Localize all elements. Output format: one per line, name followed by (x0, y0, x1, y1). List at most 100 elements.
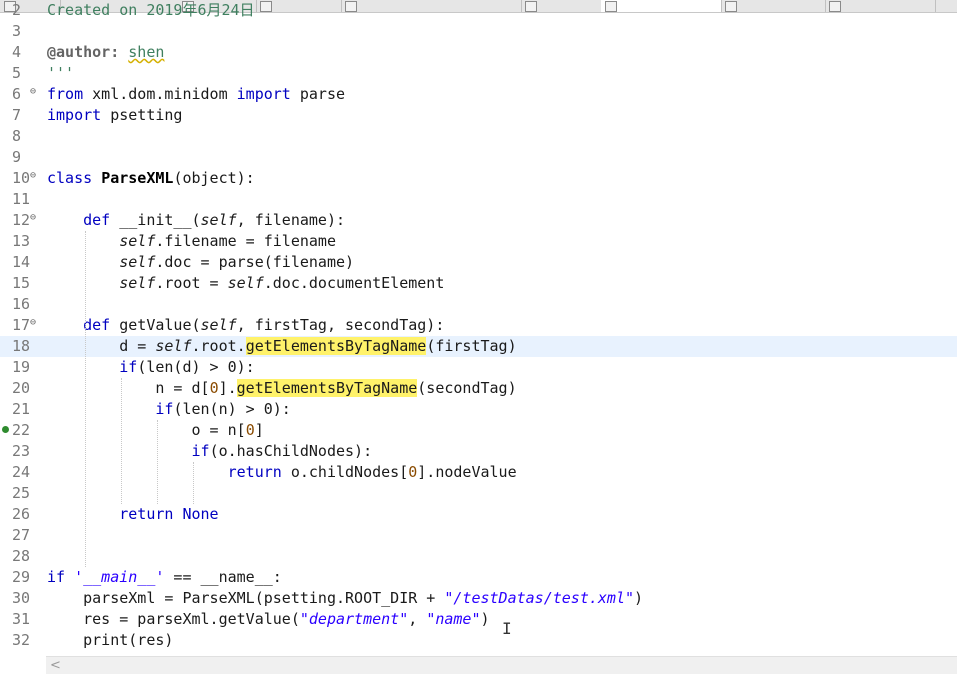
code-line[interactable]: 8 (0, 126, 957, 147)
code-text: return o.childNodes[0].nodeValue (227, 463, 517, 481)
code-line[interactable]: 10 ⊖ class ParseXML(object): (0, 168, 957, 189)
code-line[interactable]: 19 if(len(d) > 0): (0, 357, 957, 378)
code-line[interactable]: 21 if(len(n) > 0): (0, 399, 957, 420)
code-line[interactable]: 2 Created on 2019年6月24日 (0, 0, 957, 21)
line-gutter[interactable]: 9 (0, 147, 46, 168)
code-line[interactable]: 4 @author: shen (0, 42, 957, 63)
line-gutter[interactable]: 12 ⊖ (0, 210, 46, 231)
line-gutter[interactable]: 4 (0, 42, 46, 63)
line-gutter[interactable]: 30 (0, 588, 46, 609)
code-line[interactable]: 16 (0, 294, 957, 315)
code-text: self.doc = parse(filename) (119, 253, 355, 271)
line-number: 7 (12, 106, 22, 124)
line-number: 12 (12, 211, 31, 229)
line-gutter[interactable]: 28 (0, 546, 46, 567)
code-line[interactable]: 5 ''' (0, 63, 957, 84)
line-gutter[interactable]: 3 (0, 21, 46, 42)
code-editor[interactable]: 2 Created on 2019年6月24日 3 4 @author: shen 5 ''… (0, 1, 957, 662)
fold-collapse-icon[interactable]: ⊖ (30, 207, 36, 228)
line-number: 13 (12, 232, 31, 250)
code-text: if(len(d) > 0): (119, 358, 255, 376)
indent-guide (85, 231, 87, 567)
code-line[interactable]: 31 res = parseXml.getValue("department",… (0, 609, 957, 630)
line-gutter[interactable]: 10 ⊖ (0, 168, 46, 189)
line-number: 14 (12, 253, 31, 271)
line-gutter[interactable]: 2 (0, 0, 46, 21)
code-line[interactable]: 14 self.doc = parse(filename) (0, 252, 957, 273)
line-gutter[interactable]: 14 (0, 252, 46, 273)
line-number: 2 (12, 1, 22, 19)
line-gutter[interactable]: 6 ⊖ (0, 84, 46, 105)
code-line[interactable]: 12 ⊖ def __init__(self, filename): (0, 210, 957, 231)
line-gutter[interactable]: 24 (0, 462, 46, 483)
code-text: class ParseXML(object): (47, 169, 255, 187)
line-gutter[interactable]: 16 (0, 294, 46, 315)
line-number: 31 (12, 610, 31, 628)
code-line[interactable]: 7 import psetting (0, 105, 957, 126)
code-text: Created on 2019年6月24日 (47, 1, 255, 19)
code-line[interactable]: 9 (0, 147, 957, 168)
fold-collapse-icon[interactable]: ⊖ (30, 312, 36, 333)
code-text: def __init__(self, filename): (83, 211, 346, 229)
code-line[interactable]: 15 self.root = self.doc.documentElement (0, 273, 957, 294)
code-line[interactable]: 18 d = self.root.getElementsByTagName(fi… (0, 336, 957, 357)
fold-collapse-icon[interactable]: ⊖ (30, 81, 36, 102)
line-gutter[interactable]: 18 (0, 336, 46, 357)
code-text: return None (119, 505, 219, 523)
line-number: 11 (12, 190, 31, 208)
breakpoint-marker-icon[interactable] (2, 426, 9, 433)
line-gutter[interactable]: 13 (0, 231, 46, 252)
line-gutter[interactable]: 23 (0, 441, 46, 462)
code-line[interactable]: 28 (0, 546, 957, 567)
line-gutter[interactable]: 11 (0, 189, 46, 210)
line-gutter[interactable]: 15 (0, 273, 46, 294)
line-gutter[interactable]: 7 (0, 105, 46, 126)
line-number: 17 (12, 316, 31, 334)
line-gutter[interactable]: 32 (0, 630, 46, 651)
code-text: parseXml = ParseXML(psetting.ROOT_DIR + … (47, 589, 644, 607)
code-line[interactable]: 25 (0, 483, 957, 504)
indent-guide (157, 420, 159, 504)
code-line[interactable]: 24 return o.childNodes[0].nodeValue (0, 462, 957, 483)
line-gutter[interactable]: 27 (0, 525, 46, 546)
code-line[interactable]: 13 self.filename = filename (0, 231, 957, 252)
code-line[interactable]: 3 (0, 21, 957, 42)
line-number: 4 (12, 43, 22, 61)
line-gutter[interactable]: 8 (0, 126, 46, 147)
line-number: 15 (12, 274, 31, 292)
code-line[interactable]: 20 n = d[0].getElementsByTagName(secondT… (0, 378, 957, 399)
line-number: 19 (12, 358, 31, 376)
code-text: n = d[0].getElementsByTagName(secondTag) (47, 379, 517, 397)
line-gutter[interactable]: 31 (0, 609, 46, 630)
line-gutter[interactable]: 22 (0, 420, 46, 441)
code-line[interactable]: 30 parseXml = ParseXML(psetting.ROOT_DIR… (0, 588, 957, 609)
line-gutter[interactable]: 17 ⊖ (0, 315, 46, 336)
line-gutter[interactable]: 19 (0, 357, 46, 378)
code-line[interactable]: 26 return None (0, 504, 957, 525)
line-number: 20 (12, 379, 31, 397)
code-line[interactable]: 29 if '__main__' == __name__: (0, 567, 957, 588)
text-cursor-icon: I (502, 619, 512, 638)
code-text: @author: shen (47, 43, 165, 61)
line-gutter[interactable]: 29 (0, 567, 46, 588)
line-number: 9 (12, 148, 22, 166)
horizontal-scrollbar[interactable]: < (46, 656, 957, 674)
code-line[interactable]: 22 o = n[0] (0, 420, 957, 441)
line-gutter[interactable]: 26 (0, 504, 46, 525)
code-line[interactable]: 23 if(o.hasChildNodes): (0, 441, 957, 462)
code-line[interactable]: 27 (0, 525, 957, 546)
fold-collapse-icon[interactable]: ⊖ (30, 165, 36, 186)
line-number: 26 (12, 505, 31, 523)
code-line[interactable]: 11 (0, 189, 957, 210)
line-gutter[interactable]: 5 (0, 63, 46, 84)
line-number: 22 (12, 421, 31, 439)
line-gutter[interactable]: 21 (0, 399, 46, 420)
code-line[interactable]: 6 ⊖ from xml.dom.minidom import parse (0, 84, 957, 105)
scroll-left-arrow-icon[interactable]: < (50, 657, 61, 674)
line-gutter[interactable]: 20 (0, 378, 46, 399)
line-number: 23 (12, 442, 31, 460)
line-gutter[interactable]: 25 (0, 483, 46, 504)
code-text: def getValue(self, firstTag, secondTag): (83, 316, 445, 334)
code-line[interactable]: 32 print(res) (0, 630, 957, 651)
code-line[interactable]: 17 ⊖ def getValue(self, firstTag, secondT… (0, 315, 957, 336)
